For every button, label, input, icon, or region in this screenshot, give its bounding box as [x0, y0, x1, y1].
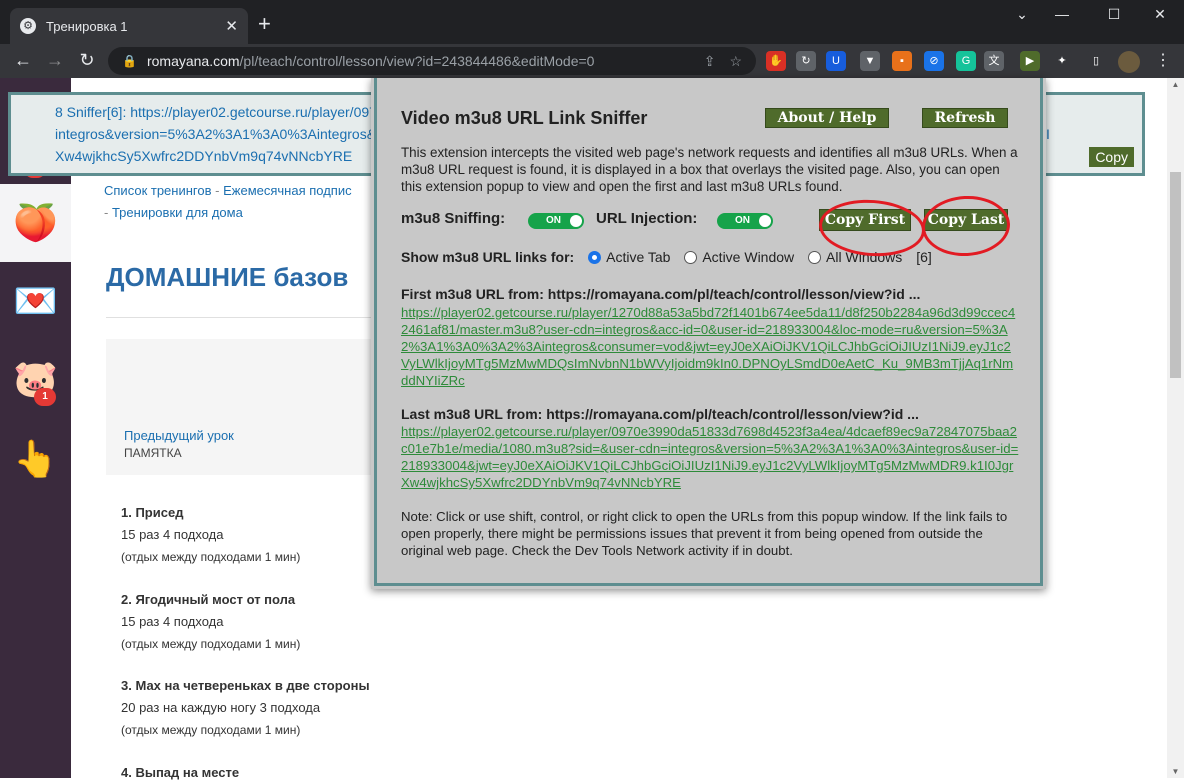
breadcrumb: Список тренингов - Ежемесячная подпис - …	[104, 183, 352, 220]
url-count: [6]	[916, 249, 932, 265]
scroll-down-icon[interactable]: ▼	[1167, 767, 1184, 776]
block-extension-icon[interactable]: ⊘	[924, 51, 944, 71]
grammarly-extension-icon[interactable]: G	[956, 51, 976, 71]
new-tab-button[interactable]: +	[258, 12, 271, 36]
messages-icon: 💌	[13, 280, 58, 321]
tab-search-icon[interactable]: ⌄	[1012, 6, 1032, 23]
first-url-heading: First m3u8 URL from: https://romayana.co…	[401, 286, 921, 302]
puzzle-extensions-icon[interactable]: ✦	[1052, 51, 1072, 71]
sidepanel-icon[interactable]: ▯	[1086, 51, 1106, 71]
sidebar-item-training[interactable]: 🍑	[0, 184, 71, 262]
popup-title: Video m3u8 URL Link Sniffer	[401, 108, 648, 128]
training-icon: 🍑	[13, 202, 58, 243]
prev-lesson-title[interactable]: ПАМЯТКА	[124, 446, 182, 460]
reload-button[interactable]: ↻	[76, 50, 98, 71]
menu-kebab-icon[interactable]: ⋮	[1152, 50, 1174, 70]
close-window-button[interactable]: ✕	[1150, 6, 1170, 23]
injection-label: URL Injection:	[596, 210, 698, 227]
tab-favicon-icon: ⚙	[20, 18, 36, 34]
crumb-home-trainings[interactable]: Тренировки для дома	[112, 205, 243, 220]
page-scrollbar[interactable]: ▲ ▼	[1167, 78, 1184, 778]
exercise-item: 4. Выпад на месте	[121, 765, 240, 780]
scroll-thumb[interactable]	[1170, 172, 1181, 378]
address-bar[interactable]: 🔒 romayana.com/pl/teach/control/lesson/v…	[108, 47, 756, 75]
exercise-item: 3. Мах на четвереньках в две стороны 20 …	[121, 678, 370, 737]
crumb-monthly-sub[interactable]: Ежемесячная подпис	[223, 183, 352, 198]
bitwarden-extension-icon[interactable]: U	[826, 51, 846, 71]
crumb-trainings-list[interactable]: Список тренингов	[104, 183, 212, 198]
maximize-button[interactable]: ☐	[1104, 6, 1124, 23]
exercise-item: 2. Ягодичный мост от пола 15 раз 4 подхо…	[121, 592, 301, 651]
popup-description: This extension intercepts the visited we…	[401, 145, 1018, 194]
browser-toolbar: ← → ↻ 🔒 romayana.com/pl/teach/control/le…	[0, 44, 1184, 78]
popup-note: Note: Click or use shift, control, or ri…	[401, 509, 1008, 558]
last-url-heading: Last m3u8 URL from: https://romayana.com…	[401, 406, 919, 422]
stop-extension-icon[interactable]: ✋	[766, 51, 786, 71]
exercise-item: 1. Присед 15 раз 4 подхода (отдых между …	[121, 505, 301, 564]
extension-popup: Video m3u8 URL Link Sniffer About / Help…	[371, 78, 1046, 589]
profile-avatar[interactable]	[1118, 51, 1140, 73]
shield-extension-icon[interactable]: ▼	[860, 51, 880, 71]
radio-all-windows[interactable]	[808, 251, 822, 264]
forward-button[interactable]: →	[44, 50, 66, 71]
browser-tab[interactable]: ⚙ Тренировка 1 ✕	[10, 8, 248, 44]
sidebar-item-tap[interactable]: 👆	[0, 420, 71, 498]
bookmark-star-icon[interactable]: ☆	[729, 53, 742, 70]
notification-badge: 1	[34, 388, 56, 406]
about-help-button[interactable]: About / Help	[765, 108, 889, 128]
minimize-button[interactable]: —	[1052, 6, 1072, 22]
first-url-link[interactable]: https://player02.getcourse.ru/player/127…	[401, 304, 1019, 389]
m3u8-sniffer-extension-icon[interactable]: ▶	[1020, 51, 1040, 71]
share-icon[interactable]: ⇪	[704, 53, 716, 70]
sidebar-item-messages[interactable]: 💌	[0, 262, 71, 340]
prev-lesson-link[interactable]: Предыдущий урок	[124, 428, 234, 443]
scroll-up-icon[interactable]: ▲	[1167, 80, 1184, 89]
lock-icon[interactable]: 🔒	[122, 54, 137, 68]
sniffing-label: m3u8 Sniffing:	[401, 210, 506, 227]
tab-title: Тренировка 1	[46, 18, 128, 34]
radio-active-tab[interactable]	[588, 251, 602, 264]
overlay-copy-button[interactable]: Copy	[1089, 147, 1134, 167]
last-url-link[interactable]: https://player02.getcourse.ru/player/097…	[401, 423, 1019, 491]
back-button[interactable]: ←	[12, 50, 34, 71]
tab-close-icon[interactable]: ✕	[225, 17, 238, 35]
app-sidebar: 👤7🍑💌🐷1👆	[0, 78, 71, 778]
save-extension-icon[interactable]: ▪	[892, 51, 912, 71]
sync-extension-icon[interactable]: ↻	[796, 51, 816, 71]
tap-icon: 👆	[13, 438, 58, 479]
page-title: ДОМАШНИЕ базов	[106, 262, 349, 292]
translate-extension-icon[interactable]: 文	[984, 51, 1004, 71]
divider	[106, 317, 376, 318]
injection-toggle[interactable]: ON	[717, 213, 773, 229]
sniffing-toggle[interactable]: ON	[528, 213, 584, 229]
browser-titlebar: ⚙ Тренировка 1 ✕ + ⌄ — ☐ ✕	[0, 0, 1184, 44]
sidebar-item-sales[interactable]: 🐷 1	[0, 340, 71, 418]
refresh-button[interactable]: Refresh	[922, 108, 1008, 128]
url-text: romayana.com/pl/teach/control/lesson/vie…	[146, 53, 595, 69]
radio-active-window[interactable]	[684, 251, 698, 264]
